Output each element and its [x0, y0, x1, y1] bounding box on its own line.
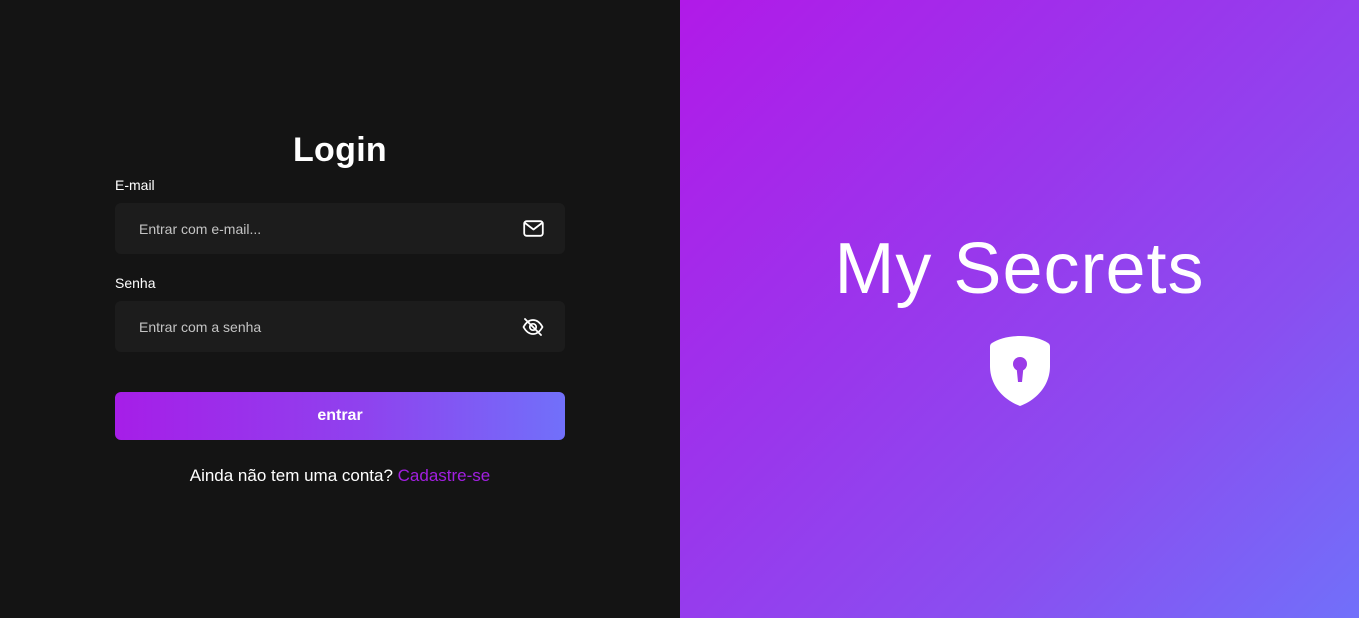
email-field-container [115, 203, 565, 254]
login-panel: Login E-mail Senha [0, 0, 680, 618]
password-field-container [115, 301, 565, 352]
envelope-icon [521, 217, 545, 241]
login-title: Login [292, 131, 388, 169]
signup-prompt-text: Ainda não tem uma conta? [189, 466, 393, 485]
submit-button[interactable]: entrar [115, 392, 565, 440]
shield-keyhole-icon [989, 336, 1050, 406]
brand-title: My Secrets [834, 229, 1205, 309]
signup-prompt: Ainda não tem uma conta? Cadastre-se [115, 466, 565, 486]
login-form: Login E-mail Senha [115, 130, 565, 486]
password-label: Senha [115, 275, 156, 291]
eye-slash-icon[interactable] [521, 315, 545, 339]
login-page: Login E-mail Senha [0, 0, 1359, 618]
signup-link[interactable]: Cadastre-se [398, 466, 491, 485]
email-input[interactable] [139, 220, 521, 237]
brand-panel: My Secrets [680, 0, 1359, 618]
password-input[interactable] [139, 318, 521, 335]
email-label: E-mail [115, 177, 155, 193]
